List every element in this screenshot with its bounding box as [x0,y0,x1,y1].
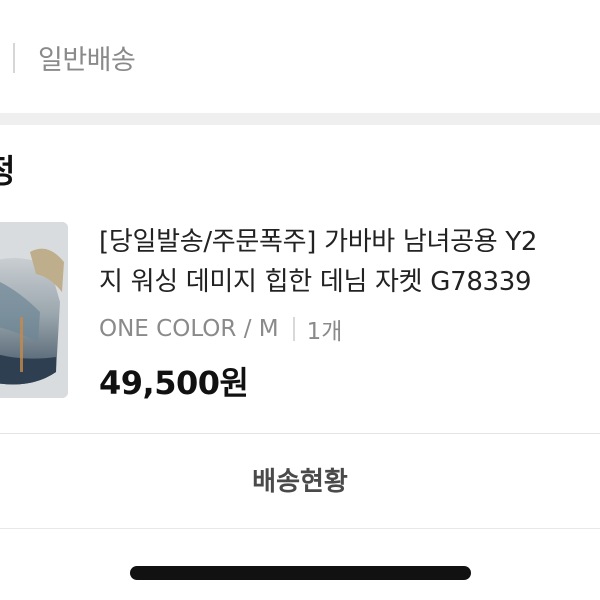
delivery-status-button[interactable]: 배송현황 [0,434,600,524]
section-separator [0,113,600,125]
order-header-row: 일반배송 [0,0,600,113]
jacket-image [0,222,68,398]
product-option-row: ONE COLOR / M 1개 [99,312,342,346]
product-option: ONE COLOR / M [99,316,279,342]
product-name-line-1: [당일발송/주문폭주] 가바바 남녀공용 Y2 [99,227,538,257]
header-divider [13,43,15,73]
product-name-line-2: 지 워싱 데미지 힙한 데님 자켓 G78339 [99,267,532,297]
home-indicator[interactable] [130,566,471,580]
divider [0,528,600,529]
section-title: 정 [0,152,16,190]
product-price: 49,500원 [99,364,249,402]
option-divider [292,317,295,341]
product-thumbnail[interactable] [0,222,68,398]
product-name[interactable]: [당일발송/주문폭주] 가바바 남녀공용 Y2 지 워싱 데미지 힙한 데님 자… [99,222,600,302]
product-quantity: 1개 [306,319,343,345]
shipping-type-label: 일반배송 [38,45,136,76]
